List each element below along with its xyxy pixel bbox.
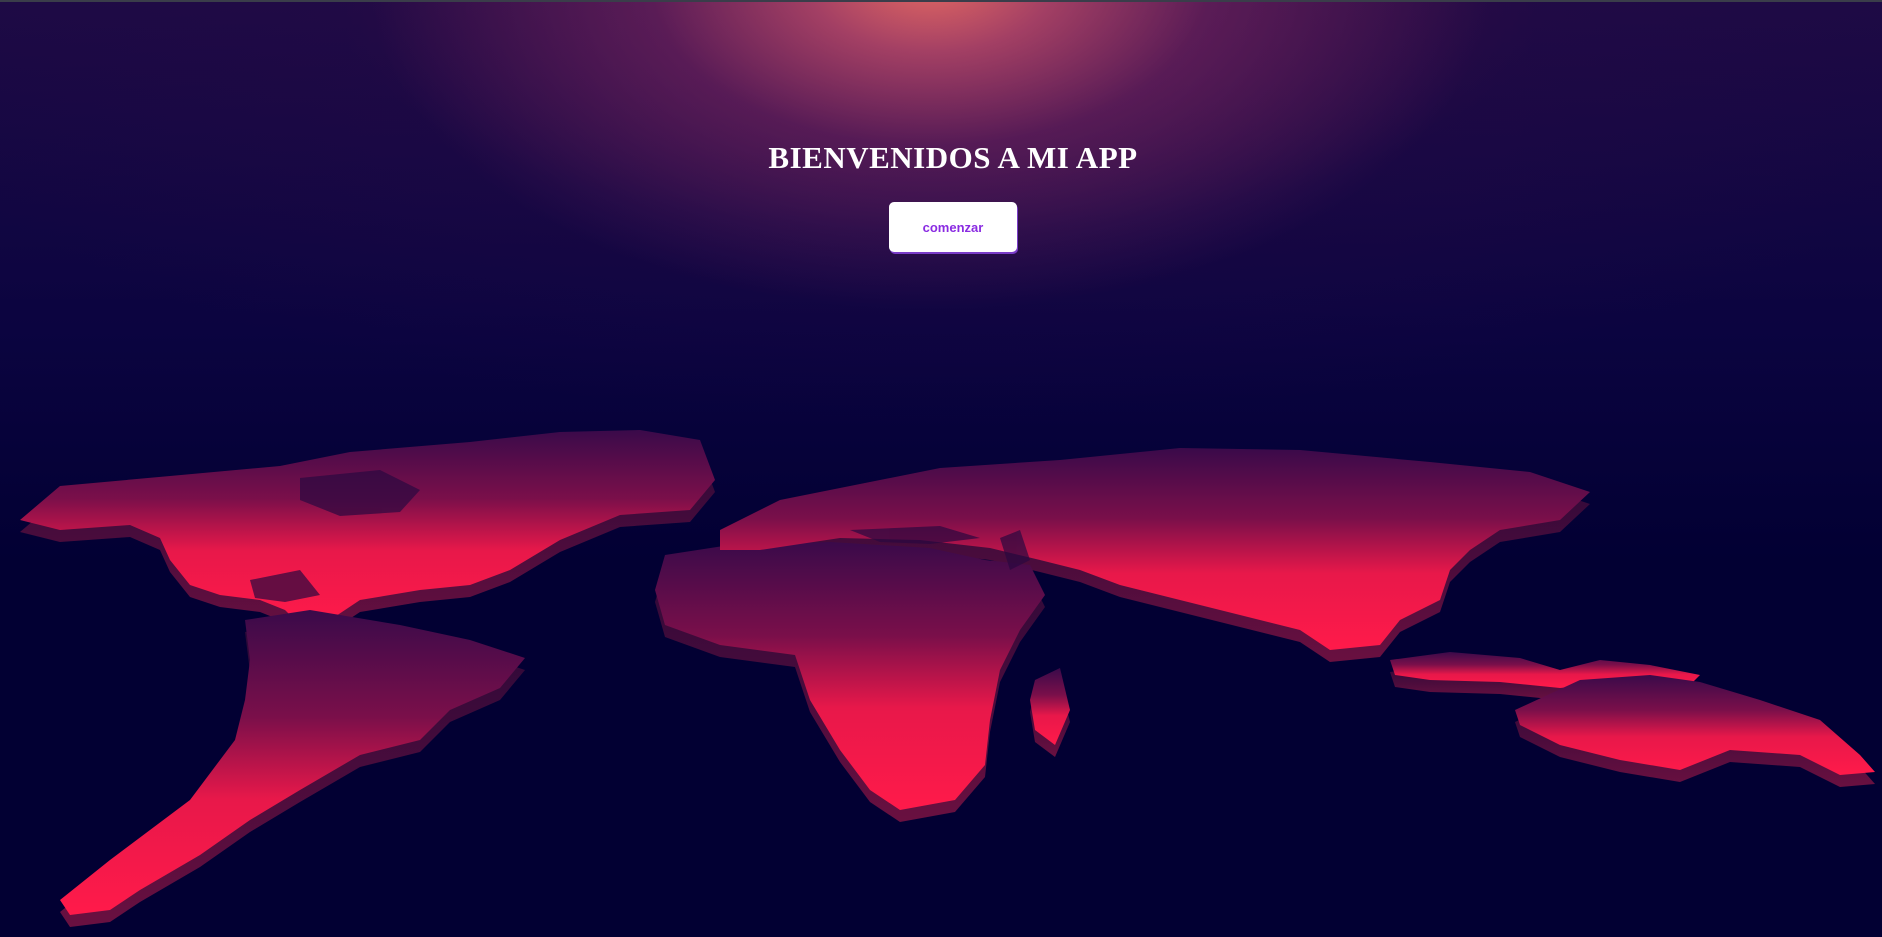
hero-section: BIENVENIDOS A MI APP comenzar xyxy=(0,0,1882,937)
top-border xyxy=(0,0,1882,2)
start-button[interactable]: comenzar xyxy=(889,202,1017,252)
map-continents xyxy=(20,430,1875,915)
page-title: BIENVENIDOS A MI APP xyxy=(768,140,1138,175)
world-map-image xyxy=(20,430,1875,927)
